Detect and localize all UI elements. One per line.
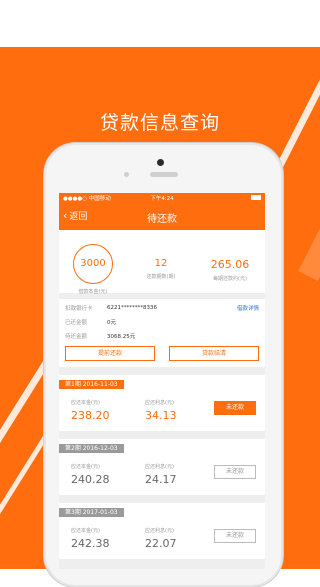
repaid-row: 已还金额 0元	[65, 315, 259, 329]
card-row: 扣款银行卡 6221********8336 借款详情	[65, 301, 259, 315]
repay-status-button[interactable]: 未还款	[214, 401, 256, 415]
interest-label: 应还利息(元)	[145, 528, 174, 534]
principal-amount: 240.28	[71, 473, 110, 486]
nav-bar: ‹ 返回 待还款	[59, 202, 265, 230]
pending-label: 待还金额	[65, 334, 88, 340]
interest-label: 应还利息(元)	[145, 400, 174, 406]
monthly-value: 265.06	[210, 258, 250, 271]
principal-label: 借款本金(元)	[78, 289, 108, 295]
period-principal: 应还本金(元) 242.38	[71, 527, 110, 550]
camera-icon	[157, 159, 164, 166]
status-bar: ●●●●○ 中国移动 下午4:24	[59, 193, 265, 202]
periods-label: 还款期数(期)	[146, 274, 176, 280]
repay-status-button[interactable]: 未还款	[214, 529, 256, 543]
principal-amount: 242.38	[71, 537, 110, 550]
sensor-icon	[124, 172, 129, 177]
loan-detail-link[interactable]: 借款详情	[237, 304, 259, 312]
repaid-value: 0元	[107, 320, 116, 326]
status-time: 下午4:24	[150, 195, 174, 202]
card-label: 扣款银行卡	[65, 306, 93, 312]
period-principal: 应还本金(元) 238.20	[71, 399, 110, 422]
principal-label: 应还本金(元)	[71, 400, 100, 406]
interest-amount: 22.07	[145, 537, 177, 550]
period-interest: 应还利息(元) 24.17	[145, 463, 177, 486]
card-value: 6221********8336	[107, 305, 157, 311]
summary-principal: 3000 借款本金(元)	[59, 230, 127, 295]
pending-row: 待还金额 3068.25元	[65, 329, 259, 343]
period-label: 第2期 2016-12-03	[59, 444, 124, 453]
app-screen: ●●●●○ 中国移动 下午4:24 ‹ 返回 待还款 3000 借款本金(元) …	[59, 193, 265, 569]
period-card: 第2期 2016-12-03 应还本金(元) 240.28 应还利息(元) 24…	[59, 439, 265, 495]
promo-title: 贷款信息查询	[99, 112, 220, 134]
principal-amount: 238.20	[71, 409, 110, 422]
periods-value: 12	[154, 258, 168, 269]
interest-amount: 24.17	[145, 473, 177, 486]
page-title: 待还款	[147, 214, 177, 225]
period-interest: 应还利息(元) 22.07	[145, 527, 177, 550]
monthly-label: 每期还款约(元)	[213, 276, 247, 282]
loan-summary: 3000 借款本金(元) 12 还款期数(期) 265.06 每期还款约(元)	[59, 230, 265, 295]
battery-icon	[251, 195, 261, 200]
loan-info: 扣款银行卡 6221********8336 借款详情 已还金额 0元 待还金额…	[59, 299, 265, 367]
interest-label: 应还利息(元)	[145, 464, 174, 470]
pending-value: 3068.25元	[107, 334, 136, 340]
period-label: 第1期 2016-11-03	[59, 380, 124, 389]
period-label: 第3期 2017-01-03	[59, 508, 124, 517]
principal-label: 应还本金(元)	[71, 464, 100, 470]
period-principal: 应还本金(元) 240.28	[71, 463, 110, 486]
early-repay-button[interactable]: 提前还款	[65, 346, 155, 361]
interest-amount: 34.13	[145, 409, 177, 422]
summary-periods: 12 还款期数(期)	[127, 230, 195, 280]
carrier-label: ●●●●○ 中国移动	[63, 195, 111, 202]
repaid-label: 已还金额	[65, 320, 88, 326]
action-buttons: 提前还款 贷款结清	[65, 346, 259, 361]
summary-monthly: 265.06 每期还款约(元)	[196, 230, 264, 282]
period-card: 第1期 2016-11-03 应还本金(元) 238.20 应还利息(元) 34…	[59, 375, 265, 431]
principal-label: 应还本金(元)	[71, 528, 100, 534]
principal-value: 3000	[73, 244, 113, 284]
battery-indicator	[195, 195, 261, 200]
repay-status-button[interactable]: 未还款	[214, 465, 256, 479]
settle-loan-button[interactable]: 贷款结清	[169, 346, 259, 361]
speaker-icon	[150, 172, 178, 177]
period-interest: 应还利息(元) 34.13	[145, 399, 177, 422]
period-card: 第3期 2017-01-03 应还本金(元) 242.38 应还利息(元) 22…	[59, 503, 265, 559]
